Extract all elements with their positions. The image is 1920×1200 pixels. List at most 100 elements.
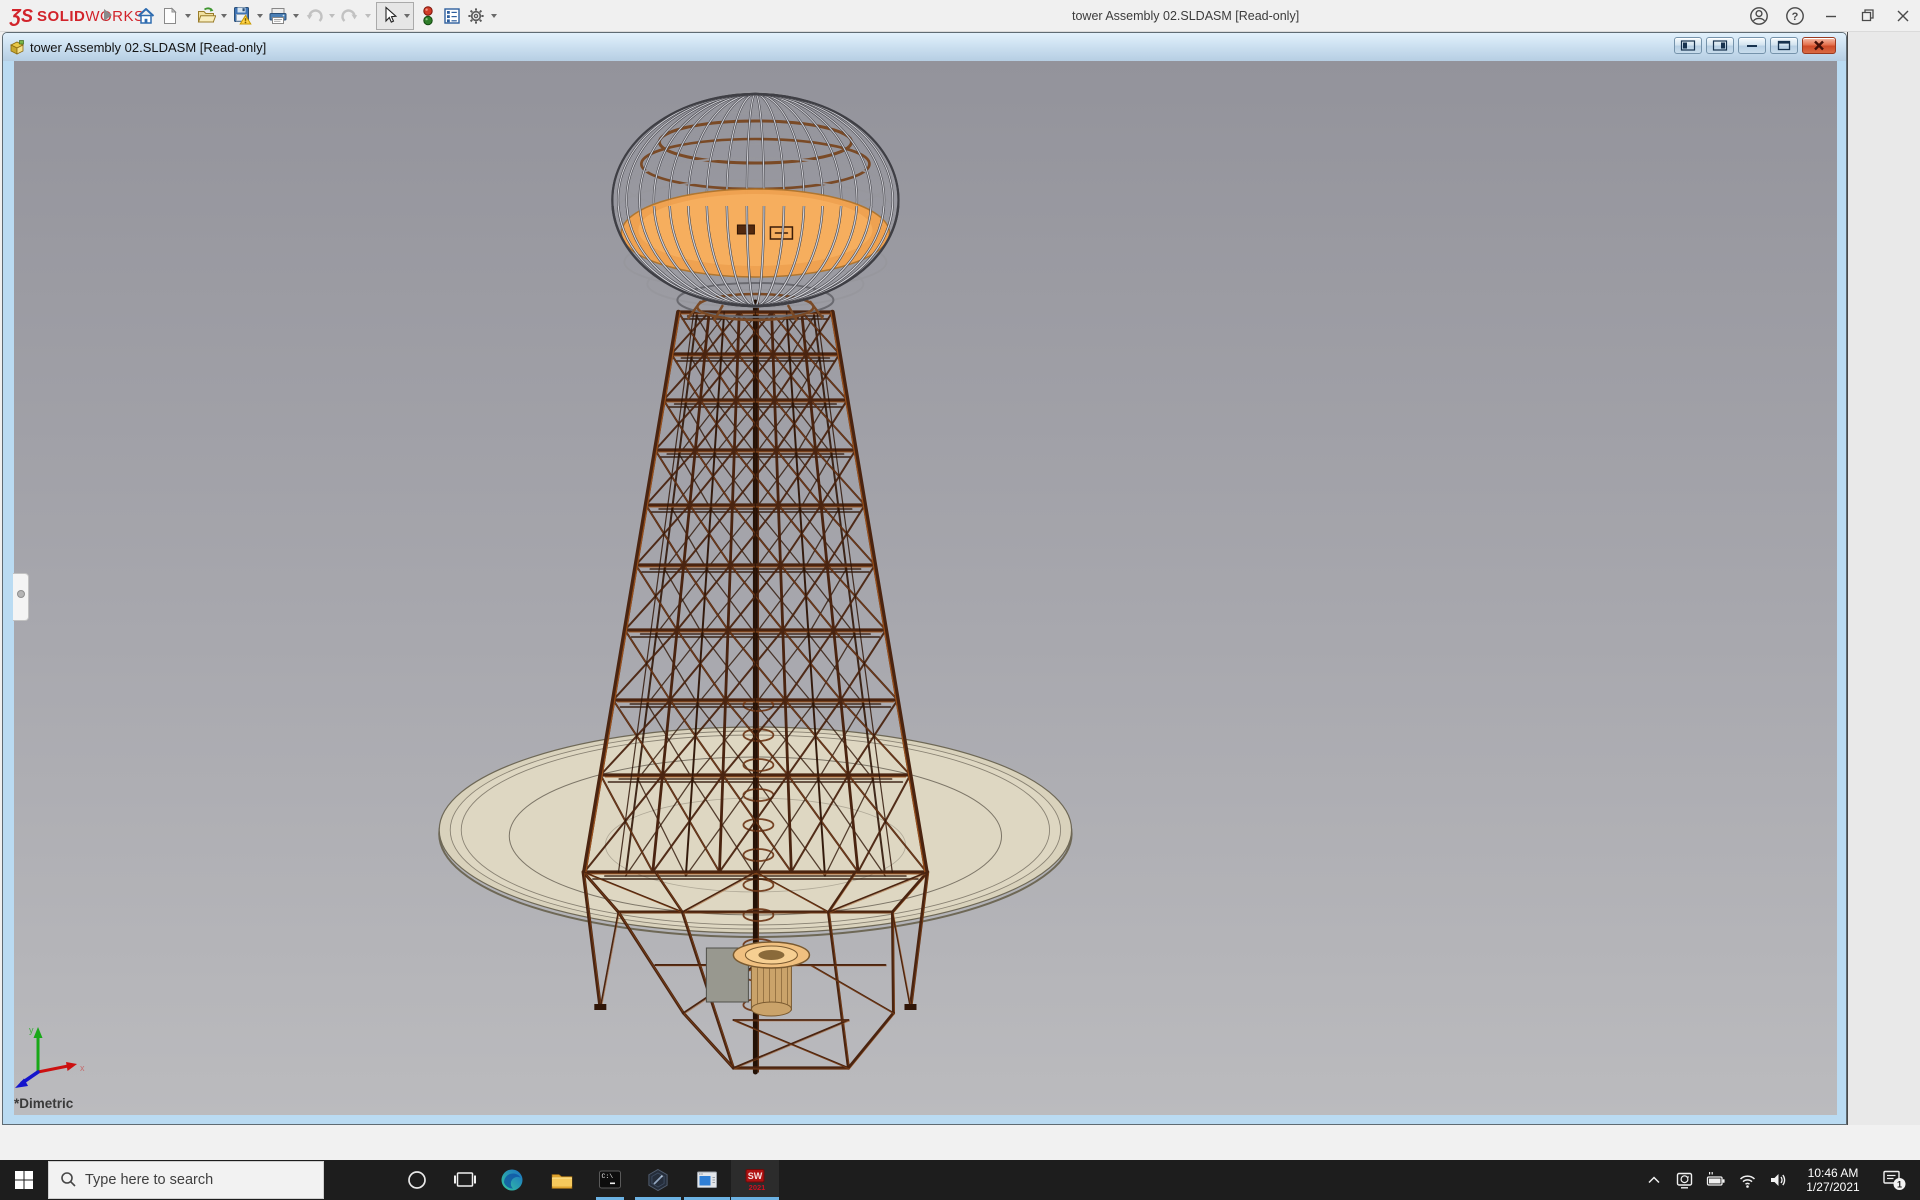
print-button[interactable] <box>266 3 290 29</box>
solidworks-2021-icon: SW 2021 <box>742 1167 768 1193</box>
task-view-icon <box>453 1168 477 1192</box>
triad-y-label: y <box>29 1025 34 1035</box>
app-title: tower Assembly 02.SLDASM [Read-only] <box>1072 9 1299 23</box>
viewport-canvas[interactable]: x y *Dimetric <box>14 61 1837 1115</box>
doc-maximize-button[interactable] <box>1770 37 1798 54</box>
svg-text:C:\: C:\ <box>602 1173 614 1180</box>
redo-button[interactable] <box>338 3 362 29</box>
new-document-button[interactable] <box>158 3 182 29</box>
media-app-icon <box>695 1168 719 1192</box>
document-title: tower Assembly 02.SLDASM [Read-only] <box>30 40 266 55</box>
pane-right-icon <box>1707 38 1733 53</box>
home-button[interactable] <box>134 3 158 29</box>
select-tool-dropdown[interactable] <box>401 3 413 29</box>
triad-x-label: x <box>80 1063 85 1073</box>
toggle-right-pane-button[interactable] <box>1706 37 1734 54</box>
task-view-button[interactable] <box>441 1160 489 1200</box>
taskbar-app-hexagon[interactable] <box>634 1160 682 1200</box>
open-folder-icon <box>196 6 216 26</box>
chevron-up-icon <box>1646 1173 1662 1187</box>
edge-icon <box>500 1168 524 1192</box>
wifi-icon <box>1738 1171 1757 1190</box>
doc-close-icon <box>1803 38 1835 53</box>
taskbar-app-solidworks[interactable]: SW 2021 <box>731 1160 779 1200</box>
close-button[interactable] <box>1892 3 1914 29</box>
solidworks-logo: ƷS SOLIDWORKS <box>10 4 145 28</box>
taskbar-app-edge[interactable] <box>488 1160 536 1200</box>
task-pane-collapsed[interactable] <box>1847 32 1920 1125</box>
volume-button[interactable] <box>1763 1160 1794 1200</box>
wifi-button[interactable] <box>1732 1160 1763 1200</box>
undo-button[interactable] <box>302 3 326 29</box>
doc-maximize-icon <box>1771 38 1797 53</box>
account-button[interactable] <box>1748 3 1770 29</box>
help-icon: ? <box>1784 6 1806 26</box>
taskbar-app-media[interactable] <box>683 1160 731 1200</box>
svg-text:?: ? <box>1792 11 1799 23</box>
display-states-button[interactable] <box>440 3 464 29</box>
open-button[interactable] <box>194 3 218 29</box>
taskbar-clock[interactable]: 10:46 AM 1/27/2021 <box>1794 1160 1872 1200</box>
status-strip <box>0 1125 1920 1160</box>
document-titlebar[interactable]: tower Assembly 02.SLDASM [Read-only] <box>3 33 1846 61</box>
display-sync-icon <box>1675 1171 1694 1190</box>
pane-left-icon <box>1675 38 1701 53</box>
hexagon-app-icon <box>646 1168 670 1192</box>
battery-button[interactable] <box>1700 1160 1732 1200</box>
print-dropdown[interactable] <box>290 3 302 29</box>
gear-icon <box>466 6 486 26</box>
search-input[interactable] <box>83 1171 287 1189</box>
options-button[interactable] <box>464 3 488 29</box>
stoplight-button[interactable] <box>416 3 440 29</box>
cortana-icon <box>406 1169 428 1191</box>
options-dropdown[interactable] <box>488 3 500 29</box>
help-button[interactable]: ? <box>1784 3 1806 29</box>
redo-dropdown[interactable] <box>362 3 374 29</box>
action-center-button[interactable]: 1 <box>1872 1160 1916 1200</box>
undo-dropdown[interactable] <box>326 3 338 29</box>
display-states-icon <box>442 6 462 26</box>
search-icon <box>49 1170 83 1190</box>
display-sync-button[interactable] <box>1669 1160 1700 1200</box>
save-icon <box>232 5 253 26</box>
viewport-frame: x y *Dimetric <box>3 61 1846 1124</box>
svg-text:2021: 2021 <box>749 1183 766 1192</box>
minimize-icon <box>1821 6 1841 26</box>
doc-minimize-icon <box>1739 38 1765 53</box>
svg-text:SW: SW <box>748 1171 763 1181</box>
new-document-icon <box>160 6 180 26</box>
restore-icon <box>1857 6 1877 26</box>
menu-expand-arrow-icon[interactable] <box>104 9 118 21</box>
frame-window-controls: ? <box>1748 0 1914 31</box>
select-tool-button[interactable] <box>376 2 414 30</box>
open-dropdown[interactable] <box>218 3 230 29</box>
taskbar-search[interactable] <box>48 1161 324 1199</box>
doc-minimize-button[interactable] <box>1738 37 1766 54</box>
quick-access-toolbar <box>134 0 500 31</box>
toggle-left-pane-button[interactable] <box>1674 37 1702 54</box>
notification-badge: 1 <box>1897 1179 1902 1189</box>
redo-icon <box>340 6 360 26</box>
save-dropdown[interactable] <box>254 3 266 29</box>
home-icon <box>136 6 156 26</box>
restore-button[interactable] <box>1856 3 1878 29</box>
show-hidden-icons-button[interactable] <box>1639 1160 1669 1200</box>
cortana-button[interactable] <box>393 1160 441 1200</box>
command-prompt-icon: C:\ <box>598 1168 622 1192</box>
minimize-button[interactable] <box>1820 3 1842 29</box>
file-explorer-icon <box>550 1168 574 1192</box>
document-window-controls <box>1674 37 1836 54</box>
doc-close-button[interactable] <box>1802 37 1836 54</box>
select-cursor-icon <box>377 5 401 27</box>
view-stoplight-icon <box>419 5 437 27</box>
solidworks-monogram-icon: ƷS <box>10 6 33 27</box>
new-document-dropdown[interactable] <box>182 3 194 29</box>
clock-date: 1/27/2021 <box>1806 1180 1859 1195</box>
start-button[interactable] <box>0 1160 48 1200</box>
taskbar-app-file-explorer[interactable] <box>538 1160 586 1200</box>
feature-tree-collapse-tab[interactable] <box>13 573 29 621</box>
taskbar-app-command-prompt[interactable]: C:\ <box>586 1160 634 1200</box>
save-button[interactable] <box>230 3 254 29</box>
viewport-background <box>14 61 1837 1115</box>
document-window: tower Assembly 02.SLDASM [Read-only] <box>2 32 1847 1125</box>
